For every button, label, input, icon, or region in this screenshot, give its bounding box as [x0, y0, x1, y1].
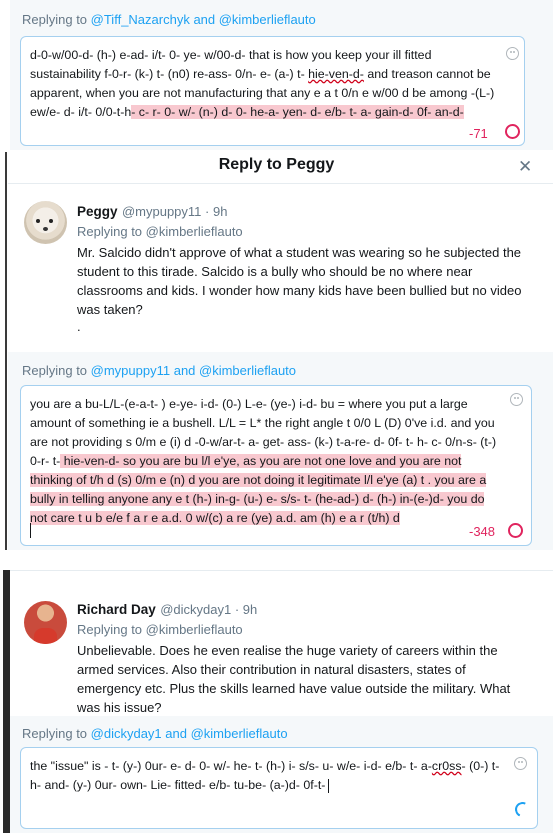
replying-to-label: Replying to @Tiff_Nazarchyk and @kimberl…: [22, 12, 316, 27]
reply-text[interactable]: you are a bu-L/L-(e-a-t- ) e-ye- i-d- (0…: [30, 395, 500, 528]
progress-ring-icon: [505, 124, 520, 139]
emoji-icon[interactable]: [514, 757, 527, 770]
section-divider: [10, 570, 553, 571]
progress-ring-icon: [508, 523, 523, 538]
text-plain: the "issue" is - t- (y-) 0ur- e- d- 0- w…: [30, 759, 432, 773]
tweet-text: Mr. Salcido didn't approve of what a stu…: [77, 245, 522, 317]
avatar[interactable]: [24, 201, 67, 244]
emoji-icon[interactable]: [510, 393, 523, 406]
replying-to-label: Replying to @dickyday1 and @kimberliefla…: [22, 726, 288, 741]
reply-mentions-link[interactable]: @dickyday1 and @kimberlieflauto: [91, 726, 288, 741]
reply-textarea[interactable]: you are a bu-L/L-(e-a-t- ) e-ye- i-d- (0…: [20, 385, 532, 546]
left-divider: [5, 152, 7, 550]
emoji-icon[interactable]: [506, 47, 519, 60]
tweet-header: Richard Day @dickyday1 · 9h: [77, 601, 257, 619]
replying-prefix: Replying to: [22, 363, 91, 378]
tweet-trailing-dot: .: [77, 319, 81, 334]
header-divider: [8, 183, 553, 184]
author-name[interactable]: Richard Day: [77, 602, 156, 617]
reply-panel-3: Replying to @dickyday1 and @kimberliefla…: [10, 716, 553, 833]
text-misspelled: cr0ss: [431, 759, 462, 773]
reply-panel-1: Replying to @Tiff_Nazarchyk and @kimberl…: [10, 0, 553, 150]
dialog-title: Reply to Peggy: [218, 156, 335, 173]
text-over-limit: hie-ven-d- so you are bu l/l e'ye, as yo…: [30, 454, 487, 525]
reply-mentions-link[interactable]: @mypuppy11 and @kimberlieflauto: [91, 363, 296, 378]
author-handle[interactable]: @dickyday1 · 9h: [160, 602, 257, 617]
text-cursor: [328, 778, 330, 793]
replying-prefix: Replying to: [22, 12, 91, 27]
reply-textarea[interactable]: the "issue" is - t- (y-) 0ur- e- d- 0- w…: [20, 747, 538, 829]
close-icon[interactable]: ✕: [518, 157, 532, 177]
tweet-header: Peggy @mypuppy11 · 9h: [77, 203, 227, 221]
reply-textarea[interactable]: d-0-w/00-d- (h-) e-ad- i/t- 0- ye- w/00-…: [20, 36, 525, 146]
text-misspelled: hie-ven-d-: [308, 67, 364, 81]
author-name[interactable]: Peggy: [77, 204, 118, 219]
left-divider-2: [3, 570, 10, 833]
tweet-text: Unbelievable. Does he even realise the h…: [77, 643, 511, 715]
tweet-replying-to: Replying to @kimberlieflauto: [77, 622, 243, 637]
text-over-limit: - c- r- 0- w/- (n-) d- 0- he-a- yen- d- …: [131, 105, 464, 119]
reply-text[interactable]: the "issue" is - t- (y-) 0ur- e- d- 0- w…: [30, 757, 502, 795]
reply-text[interactable]: d-0-w/00-d- (h-) e-ad- i/t- 0- ye- w/00-…: [30, 46, 498, 122]
character-counter: -71: [469, 126, 488, 141]
avatar[interactable]: [24, 601, 67, 644]
replying-prefix: Replying to: [22, 726, 91, 741]
replying-to-label: Replying to @mypuppy11 and @kimberliefla…: [22, 363, 296, 378]
loading-spinner-icon: [512, 799, 533, 820]
tweet-replying-to: Replying to @kimberlieflauto: [77, 224, 243, 239]
character-counter: -348: [469, 524, 496, 539]
author-handle[interactable]: @mypuppy11 · 9h: [122, 204, 227, 219]
reply-mentions-link[interactable]: @Tiff_Nazarchyk and @kimberlieflauto: [91, 12, 316, 27]
reply-panel-2: Replying to @mypuppy11 and @kimberliefla…: [8, 352, 553, 550]
text-cursor: [30, 523, 31, 538]
